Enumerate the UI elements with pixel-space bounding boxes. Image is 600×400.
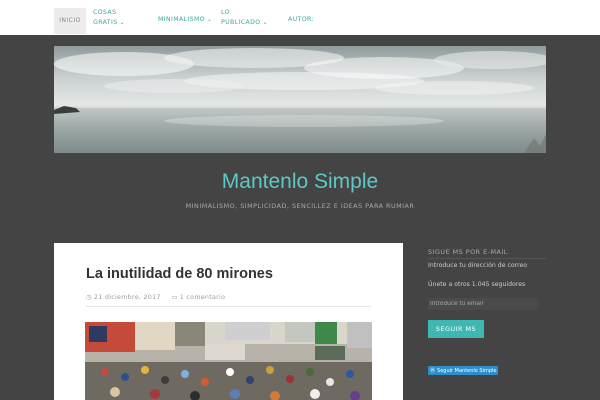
chevron-down-icon: ⌄ xyxy=(207,16,213,23)
nav-item-lo-label-2: publicado xyxy=(221,19,261,26)
nav-item-cosas-label-1: Cosas xyxy=(93,9,117,16)
post-meta: ◷ 21 diciembre, 2017 ▭ 1 comentario xyxy=(86,293,225,301)
site-description: Minimalismo, simplicidad, sencillez e id… xyxy=(185,202,415,210)
nav-item-cosas-label-2: gratis xyxy=(93,19,118,26)
nav-item-autor-label: Autor: xyxy=(288,16,315,23)
email-input[interactable] xyxy=(428,298,538,310)
nav-item-cosas-gratis[interactable]: Cosas gratis ⌄ xyxy=(93,8,125,28)
nav-item-lo-publicado[interactable]: Lo publicado ⌄ xyxy=(221,8,268,28)
top-navigation: Inicio Cosas gratis ⌄ Minimalismo ⌄ Lo pub… xyxy=(0,0,600,35)
widget-intro-text: Introduce tu dirección de correo xyxy=(428,262,528,269)
clock-icon: ◷ xyxy=(86,293,92,301)
nav-item-inicio[interactable]: Inicio xyxy=(54,8,86,34)
nav-item-minimalismo[interactable]: Minimalismo ⌄ xyxy=(158,15,212,25)
post-date[interactable]: 21 diciembre, 2017 xyxy=(94,294,161,301)
post-divider xyxy=(86,306,371,307)
post-featured-image[interactable] xyxy=(85,322,372,400)
widget-divider xyxy=(428,258,546,259)
widget-followers-text: Únete a otros 1.045 seguidores xyxy=(428,281,526,288)
follow-badge-label: Seguir Mantenlo Simple xyxy=(437,367,497,374)
follow-badge[interactable]: Ⓦ Seguir Mantenlo Simple xyxy=(428,366,498,375)
comment-icon: ▭ xyxy=(171,293,178,301)
post-card: La inutilidad de 80 mirones ◷ 21 diciembr… xyxy=(54,243,403,400)
follow-button[interactable]: Seguir MS xyxy=(428,320,484,338)
site-title[interactable]: Mantenlo Simple xyxy=(0,170,600,194)
nav-item-minimalismo-label: Minimalismo xyxy=(158,16,205,23)
nav-item-inicio-label: Inicio xyxy=(59,17,81,24)
chevron-down-icon: ⌄ xyxy=(262,19,269,26)
widget-title: Sigue MS por e-mail xyxy=(428,248,508,256)
post-comments-link[interactable]: 1 comentario xyxy=(180,294,225,301)
header-image xyxy=(54,46,546,153)
wordpress-icon: Ⓦ xyxy=(430,368,436,374)
nav-item-autor[interactable]: Autor: xyxy=(288,15,314,25)
chevron-down-icon: ⌄ xyxy=(119,19,125,26)
post-title[interactable]: La inutilidad de 80 mirones xyxy=(86,266,273,282)
nav-item-lo-label-1: Lo xyxy=(221,9,230,16)
